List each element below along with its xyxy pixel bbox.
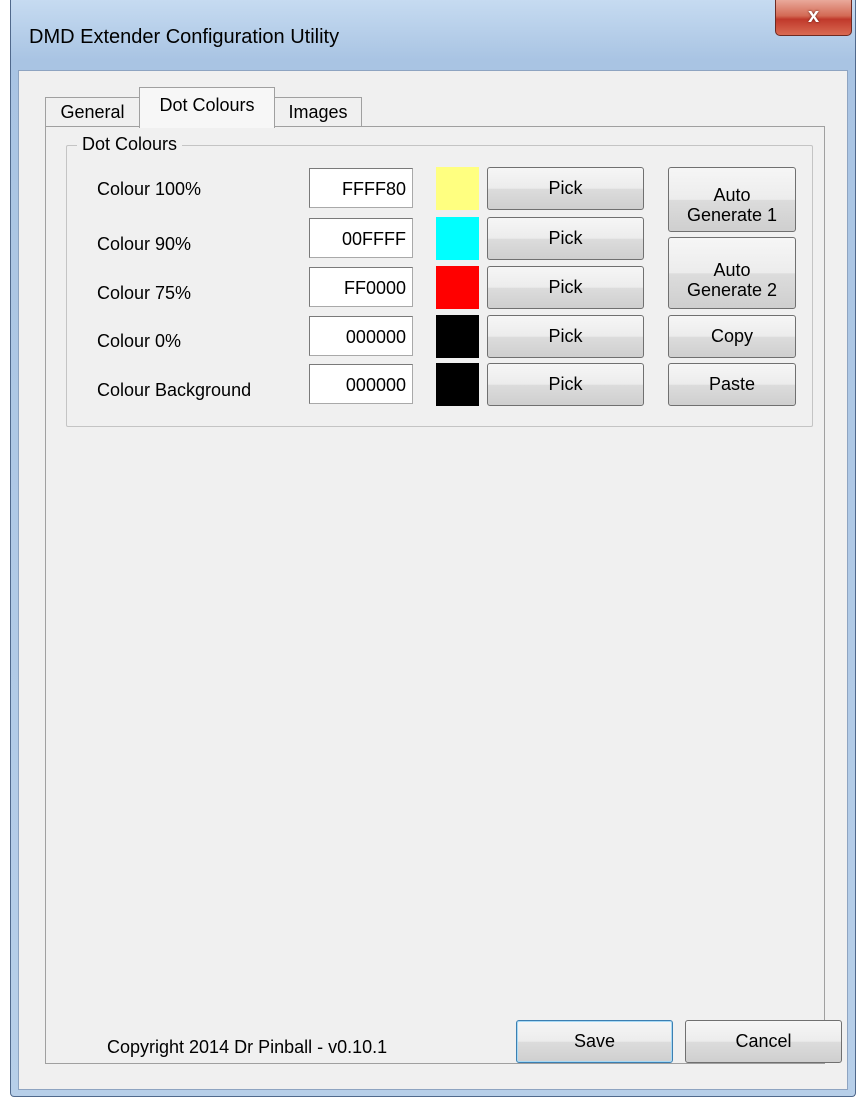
close-button[interactable]: x bbox=[775, 0, 852, 36]
auto-generate-2-line2: Generate 2 bbox=[686, 280, 778, 300]
tab-images[interactable]: Images bbox=[274, 97, 362, 127]
colour-75-hex-field[interactable] bbox=[309, 267, 413, 307]
colour-90-label: Colour 90% bbox=[97, 234, 192, 254]
colour-0-pick-button[interactable]: Pick bbox=[487, 315, 644, 358]
auto-generate-1-button[interactable]: Auto Generate 1 bbox=[668, 167, 796, 232]
auto-generate-1-line2: Generate 1 bbox=[686, 205, 778, 225]
colour-background-label: Colour Background bbox=[97, 380, 252, 400]
colour-90-pick-button[interactable]: Pick bbox=[487, 217, 644, 260]
colour-0-label: Colour 0% bbox=[97, 331, 182, 351]
colour-75-pick-button[interactable]: Pick bbox=[487, 266, 644, 309]
colour-90-swatch bbox=[436, 217, 479, 260]
close-icon: x bbox=[807, 5, 820, 27]
auto-generate-1-line1: Auto bbox=[713, 185, 751, 205]
colour-100-pick-button[interactable]: Pick bbox=[487, 167, 644, 210]
title-bar[interactable]: DMD Extender Configuration Utility x bbox=[11, 0, 855, 72]
colour-background-hex-field[interactable] bbox=[309, 364, 413, 404]
group-legend: Dot Colours bbox=[77, 134, 183, 155]
colour-background-swatch bbox=[436, 363, 479, 406]
colour-90-hex-field[interactable] bbox=[309, 218, 413, 258]
tab-dot-colours[interactable]: Dot Colours bbox=[139, 87, 275, 128]
tab-general[interactable]: General bbox=[45, 97, 140, 127]
colour-100-label: Colour 100% bbox=[97, 179, 202, 199]
window-title: DMD Extender Configuration Utility bbox=[29, 26, 340, 48]
save-button[interactable]: Save bbox=[516, 1020, 673, 1063]
auto-generate-2-line1: Auto bbox=[713, 260, 751, 280]
copy-button[interactable]: Copy bbox=[668, 315, 796, 358]
colour-75-swatch bbox=[436, 266, 479, 309]
copyright-text: Copyright 2014 Dr Pinball - v0.10.1 bbox=[107, 1037, 388, 1057]
colour-100-hex-field[interactable] bbox=[309, 168, 413, 208]
colour-background-pick-button[interactable]: Pick bbox=[487, 363, 644, 406]
auto-generate-2-button[interactable]: Auto Generate 2 bbox=[668, 237, 796, 309]
colour-0-swatch bbox=[436, 315, 479, 358]
dot-colours-panel: Dot Colours Colour 100% Pick Colour 90% … bbox=[45, 126, 825, 1064]
colour-75-label: Colour 75% bbox=[97, 283, 192, 303]
paste-button[interactable]: Paste bbox=[668, 363, 796, 406]
colour-0-hex-field[interactable] bbox=[309, 316, 413, 356]
dialog-client-area: General Dot Colours Images Dot Colours C… bbox=[18, 70, 848, 1090]
cancel-button[interactable]: Cancel bbox=[685, 1020, 842, 1063]
app-window: DMD Extender Configuration Utility x Gen… bbox=[10, 0, 856, 1097]
dot-colours-group: Dot Colours Colour 100% Pick Colour 90% … bbox=[66, 134, 813, 427]
colour-100-swatch bbox=[436, 167, 479, 210]
